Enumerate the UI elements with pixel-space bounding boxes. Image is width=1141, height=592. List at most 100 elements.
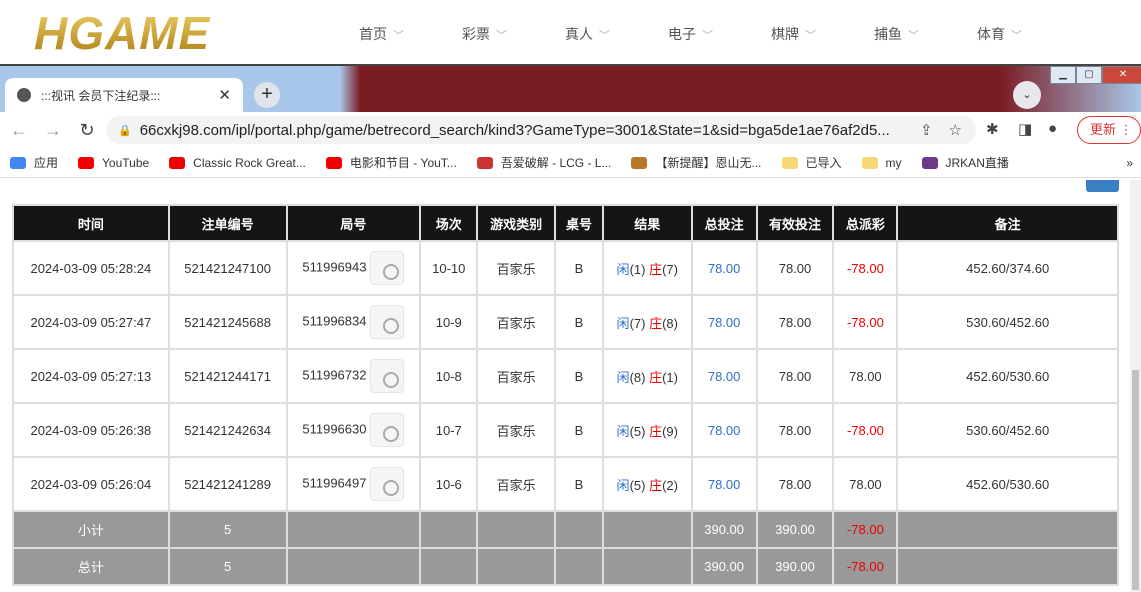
video-replay-icon[interactable] xyxy=(370,305,405,339)
round-cell: 511996732 xyxy=(285,348,422,404)
result-cell: 闲(5) 庄(9) xyxy=(601,402,693,458)
site-logo[interactable]: HGAME xyxy=(34,6,210,60)
column-header: 结果 xyxy=(601,204,693,242)
total-bet-cell[interactable]: 78.00 xyxy=(690,348,758,404)
bookmark-item[interactable]: 吾爱破解 - LCG - L... xyxy=(476,154,612,171)
round-number: 511996943 xyxy=(302,259,367,275)
scrollbar-thumb[interactable] xyxy=(1132,370,1139,590)
scrollbar[interactable] xyxy=(1130,180,1141,592)
nav-item[interactable]: 棋牌 ﹀ xyxy=(742,24,845,44)
nav-item[interactable]: 捕鱼 ﹀ xyxy=(845,24,948,44)
total-bet-cell[interactable]: 78.00 xyxy=(690,402,758,458)
total-bet-cell[interactable]: 78.00 xyxy=(690,456,758,512)
nav-item[interactable]: 彩票 ﹀ xyxy=(433,24,536,44)
summary-label: 小计 xyxy=(12,510,170,549)
bookmark-item[interactable]: YouTube xyxy=(78,156,149,170)
summary-total: 390.00 xyxy=(690,547,758,586)
round-number: 511996732 xyxy=(302,367,367,383)
side-panel-icon[interactable]: ◨ xyxy=(1018,120,1032,138)
session-cell: 10-9 xyxy=(419,294,479,350)
bookmark-label: 吾爱破解 - LCG - L... xyxy=(500,156,612,170)
share-icon[interactable]: ⇪ xyxy=(920,121,933,139)
banker-label: 庄 xyxy=(649,261,663,277)
table-number-cell: B xyxy=(554,294,604,350)
round-number: 511996497 xyxy=(302,475,367,491)
player-label: 闲 xyxy=(616,261,630,277)
bookmark-icon xyxy=(78,156,95,169)
back-icon[interactable]: ← xyxy=(4,120,34,141)
nav-item[interactable]: 体育 ﹀ xyxy=(948,24,1051,44)
video-replay-icon[interactable] xyxy=(370,467,405,501)
valid-bet-cell: 78.00 xyxy=(755,240,835,296)
browser-tab[interactable]: :::视讯 会员下注纪录::: ✕ xyxy=(5,78,243,112)
update-button[interactable]: 更新 ⋮ xyxy=(1077,116,1141,144)
new-tab-button[interactable]: + xyxy=(254,82,280,108)
total-bet-cell[interactable]: 78.00 xyxy=(690,240,758,296)
total-bet-cell[interactable]: 78.00 xyxy=(690,294,758,350)
nav-item[interactable]: 电子 ﹀ xyxy=(639,24,742,44)
tab-strip: :::视讯 会员下注纪录::: ✕ + ⌄ ▁ ▢ ✕ xyxy=(0,66,1141,112)
page-content: 时间 注单编号 局号 场次 游戏类别 桌号 结果 总投注 有效投注 总派彩 备注 2024-03-0… xyxy=(0,180,1141,592)
column-header: 总投注 xyxy=(690,204,758,242)
nav-item[interactable]: 首页 ﹀ xyxy=(330,24,433,44)
bookmark-label: 应用 xyxy=(34,156,59,170)
bookmark-item[interactable]: JRKAN直播 xyxy=(921,154,1009,171)
player-label: 闲 xyxy=(616,423,630,439)
nav-item[interactable]: 真人 ﹀ xyxy=(536,24,639,44)
time-cell: 2024-03-09 05:28:24 xyxy=(12,240,170,296)
minimize-button[interactable]: ▁ xyxy=(1050,66,1076,84)
bookmark-label: 【新提醒】恩山无... xyxy=(655,156,762,170)
table-number-cell: B xyxy=(554,240,604,296)
table-row: 2024-03-09 05:27:13 521421244171 5119967… xyxy=(12,348,1119,404)
banker-label: 庄 xyxy=(649,423,663,439)
bookmark-label: my xyxy=(885,155,902,170)
tab-search-button[interactable]: ⌄ xyxy=(1013,81,1041,109)
empty-cell xyxy=(476,547,556,586)
game-type-cell: 百家乐 xyxy=(476,294,556,350)
video-replay-icon[interactable] xyxy=(370,251,405,285)
close-window-button[interactable]: ✕ xyxy=(1102,66,1141,84)
banker-score: (2) xyxy=(662,477,678,493)
bookmark-item[interactable]: 【新提醒】恩山无... xyxy=(631,154,762,171)
video-replay-icon[interactable] xyxy=(370,413,405,447)
table-row: 2024-03-09 05:27:47 521421245688 5119968… xyxy=(12,294,1119,350)
payout-cell: 78.00 xyxy=(832,348,899,404)
note-cell: 452.60/530.60 xyxy=(896,456,1119,512)
column-header: 局号 xyxy=(285,204,422,242)
chevron-down-icon: ﹀ xyxy=(1011,30,1022,42)
column-header: 场次 xyxy=(419,204,479,242)
profile-icon[interactable]: ● xyxy=(1048,120,1057,137)
reload-icon[interactable]: ↻ xyxy=(72,120,102,141)
forward-icon[interactable]: → xyxy=(38,120,68,141)
bookmark-icon xyxy=(325,156,342,169)
bookmark-item[interactable]: Classic Rock Great... xyxy=(169,156,306,170)
globe-icon xyxy=(17,88,31,102)
banker-label: 庄 xyxy=(649,477,663,493)
round-cell: 511996630 xyxy=(285,402,422,458)
table-number-cell: B xyxy=(554,456,604,512)
video-replay-icon[interactable] xyxy=(370,359,405,393)
chevron-down-icon: ﹀ xyxy=(805,30,816,42)
table-number-cell: B xyxy=(554,348,604,404)
player-score: (5) xyxy=(629,477,646,493)
url-input[interactable]: 🔒 66cxkj98.com/ipl/portal.php/game/betre… xyxy=(106,116,976,144)
more-bookmarks-icon[interactable]: » xyxy=(1126,156,1133,170)
round-cell: 511996943 xyxy=(285,240,422,296)
nav-label: 捕鱼 xyxy=(874,26,902,42)
extensions-icon[interactable]: ✱ xyxy=(986,120,999,138)
bookmark-item[interactable]: 电影和节目 - YouT... xyxy=(325,154,457,171)
url-text: 66cxkj98.com/ipl/portal.php/game/betreco… xyxy=(139,121,890,139)
close-tab-icon[interactable]: ✕ xyxy=(218,86,231,104)
summary-valid: 390.00 xyxy=(755,547,835,586)
player-score: (1) xyxy=(629,261,646,277)
bookmark-item[interactable]: 已导入 xyxy=(781,154,842,171)
search-button[interactable] xyxy=(1086,180,1119,192)
lock-icon: 🔒 xyxy=(118,124,132,137)
banker-score: (1) xyxy=(662,369,678,385)
bookmark-item[interactable]: 应用 xyxy=(10,154,58,171)
address-bar-row: ← → ↻ 🔒 66cxkj98.com/ipl/portal.php/game… xyxy=(0,112,1141,148)
maximize-button[interactable]: ▢ xyxy=(1076,66,1102,84)
bookmark-star-icon[interactable]: ☆ xyxy=(949,121,962,139)
bookmark-item[interactable]: my xyxy=(861,155,902,170)
chevron-down-icon: ﹀ xyxy=(393,30,404,42)
